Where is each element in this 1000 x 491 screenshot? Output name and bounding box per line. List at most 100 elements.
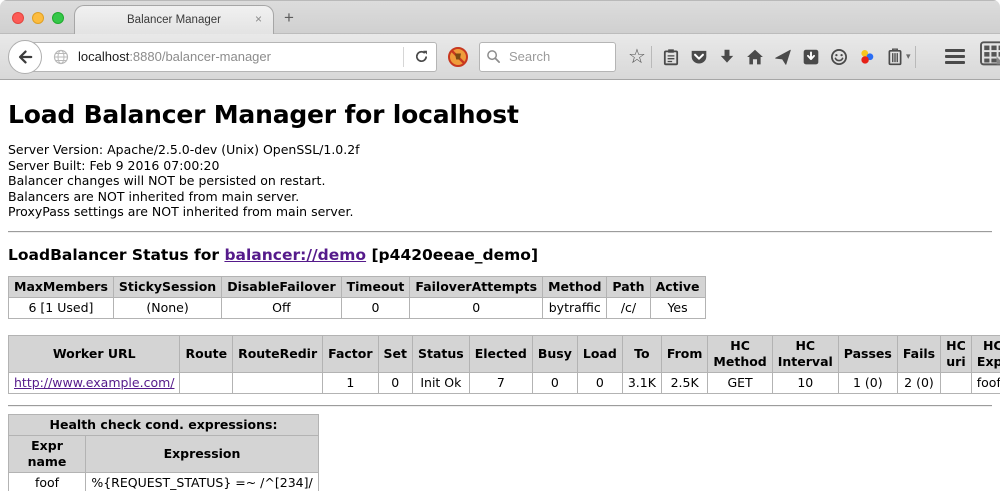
- column-header: Load: [577, 335, 622, 372]
- timeout-value: 0: [341, 297, 410, 318]
- browser-window: Balancer Manager × + localhost:8880/bala…: [0, 0, 1000, 491]
- table-title-row: Health check cond. expressions:: [9, 414, 319, 435]
- tab-title: Balancer Manager: [127, 14, 221, 26]
- plugin-blocked-icon: [447, 46, 469, 68]
- table-row: foof %{REQUEST_STATUS} =~ /^[234]/: [9, 472, 319, 491]
- routeredir-value: [233, 372, 323, 393]
- table-row: 6 [1 Used] (None) Off 0 0 bytraffic /c/ …: [9, 297, 706, 318]
- status-heading-suffix: [p4420eeae_demo]: [366, 246, 538, 264]
- column-header: Fails: [897, 335, 940, 372]
- table-header-row: Expr name Expression: [9, 435, 319, 472]
- hc-expr-value: foof2: [971, 372, 1000, 393]
- busy-value: 0: [532, 372, 577, 393]
- failoverattempts-value: 0: [410, 297, 543, 318]
- path-value: /c/: [607, 297, 650, 318]
- search-bar[interactable]: [479, 42, 616, 72]
- server-info: Server Version: Apache/2.5.0-dev (Unix) …: [8, 142, 992, 220]
- column-header: Set: [378, 335, 412, 372]
- back-arrow-icon: [16, 48, 34, 66]
- urlbar-divider: [403, 47, 404, 67]
- new-tab-button[interactable]: +: [284, 9, 294, 26]
- download-box-icon: [802, 48, 820, 66]
- server-built-line: Server Built: Feb 9 2016 07:00:20: [8, 158, 992, 174]
- persist-note-line: Balancer changes will NOT be persisted o…: [8, 173, 992, 189]
- search-input[interactable]: [507, 48, 597, 65]
- window-controls: [12, 12, 64, 24]
- stickysession-value: (None): [113, 297, 221, 318]
- feedback-button[interactable]: [826, 42, 852, 72]
- column-header: DisableFailover: [222, 276, 341, 297]
- route-value: [180, 372, 233, 393]
- column-header: Active: [650, 276, 705, 297]
- column-header: HC Interval: [772, 335, 838, 372]
- tab-bar: Balancer Manager × +: [0, 0, 1000, 34]
- toolbar-divider: [651, 46, 652, 68]
- column-header: From: [661, 335, 708, 372]
- balancer-summary-table: MaxMembers StickySession DisableFailover…: [8, 276, 706, 319]
- back-button[interactable]: [8, 40, 42, 74]
- column-header: FailoverAttempts: [410, 276, 543, 297]
- clipboard-icon: [662, 48, 680, 66]
- expression-value: %{REQUEST_STATUS} =~ /^[234]/: [86, 472, 319, 491]
- downloads-button[interactable]: [714, 42, 740, 72]
- paper-plane-icon: [774, 48, 792, 66]
- tab-balancer-manager[interactable]: Balancer Manager ×: [74, 5, 274, 34]
- column-header: To: [622, 335, 661, 372]
- colored-dots-icon: [858, 48, 876, 66]
- reading-list-button[interactable]: [658, 42, 684, 72]
- container-button[interactable]: [882, 42, 908, 72]
- container-dropdown-caret-icon[interactable]: ▾: [906, 51, 911, 62]
- health-check-table: Health check cond. expressions: Expr nam…: [8, 414, 319, 491]
- pocket-button[interactable]: [686, 42, 712, 72]
- elected-value: 7: [469, 372, 532, 393]
- from-value: 2.5K: [661, 372, 708, 393]
- url-path: :8880/balancer-manager: [129, 49, 271, 64]
- hc-uri-value: [941, 372, 972, 393]
- home-button[interactable]: [742, 42, 768, 72]
- proxypass-note-line: ProxyPass settings are NOT inherited fro…: [8, 204, 992, 220]
- grid-icon: [979, 41, 1000, 67]
- column-header: Busy: [532, 335, 577, 372]
- download-arrow-icon: [718, 48, 736, 66]
- inherit-note-line: Balancers are NOT inherited from main se…: [8, 189, 992, 205]
- worker-table: Worker URL Route RouteRedir Factor Set S…: [8, 335, 1000, 394]
- set-value: 0: [378, 372, 412, 393]
- column-header: Expression: [86, 435, 319, 472]
- send-tab-button[interactable]: [770, 42, 796, 72]
- page-title: Load Balancer Manager for localhost: [8, 100, 992, 129]
- reload-button[interactable]: [406, 43, 436, 71]
- zoom-window-button[interactable]: [52, 12, 64, 24]
- expr-name-value: foof: [9, 472, 86, 491]
- column-header: HC uri: [941, 335, 972, 372]
- column-header: Status: [413, 335, 470, 372]
- hc-method-value: GET: [708, 372, 772, 393]
- to-value: 3.1K: [622, 372, 661, 393]
- passes-value: 1 (0): [838, 372, 897, 393]
- column-header: StickySession: [113, 276, 221, 297]
- bookmark-star-icon[interactable]: ☆: [628, 47, 646, 67]
- column-header: Worker URL: [9, 335, 180, 372]
- close-window-button[interactable]: [12, 12, 24, 24]
- balancer-demo-link[interactable]: balancer://demo: [224, 246, 366, 264]
- save-page-button[interactable]: [798, 42, 824, 72]
- navigation-toolbar: localhost:8880/balancer-manager: [0, 34, 1000, 80]
- load-value: 0: [577, 372, 622, 393]
- health-table-title: Health check cond. expressions:: [9, 414, 319, 435]
- url-text[interactable]: localhost:8880/balancer-manager: [78, 49, 401, 64]
- tab-close-icon[interactable]: ×: [255, 13, 262, 25]
- plugin-blocked-button[interactable]: [446, 45, 470, 69]
- column-header: Factor: [323, 335, 378, 372]
- tab-groups-button[interactable]: [979, 41, 1000, 72]
- worker-url-link[interactable]: http://www.example.com/: [14, 375, 174, 390]
- search-icon: [486, 49, 501, 64]
- status-heading-prefix: LoadBalancer Status for: [8, 246, 224, 264]
- column-header: Route: [180, 335, 233, 372]
- disablefailover-value: Off: [222, 297, 341, 318]
- minimize-window-button[interactable]: [32, 12, 44, 24]
- pocket-icon: [690, 48, 708, 66]
- addon-button[interactable]: [854, 42, 880, 72]
- column-header: Elected: [469, 335, 532, 372]
- menu-button[interactable]: [945, 49, 965, 64]
- url-bar[interactable]: localhost:8880/balancer-manager: [25, 42, 437, 72]
- url-domain: localhost: [78, 49, 129, 64]
